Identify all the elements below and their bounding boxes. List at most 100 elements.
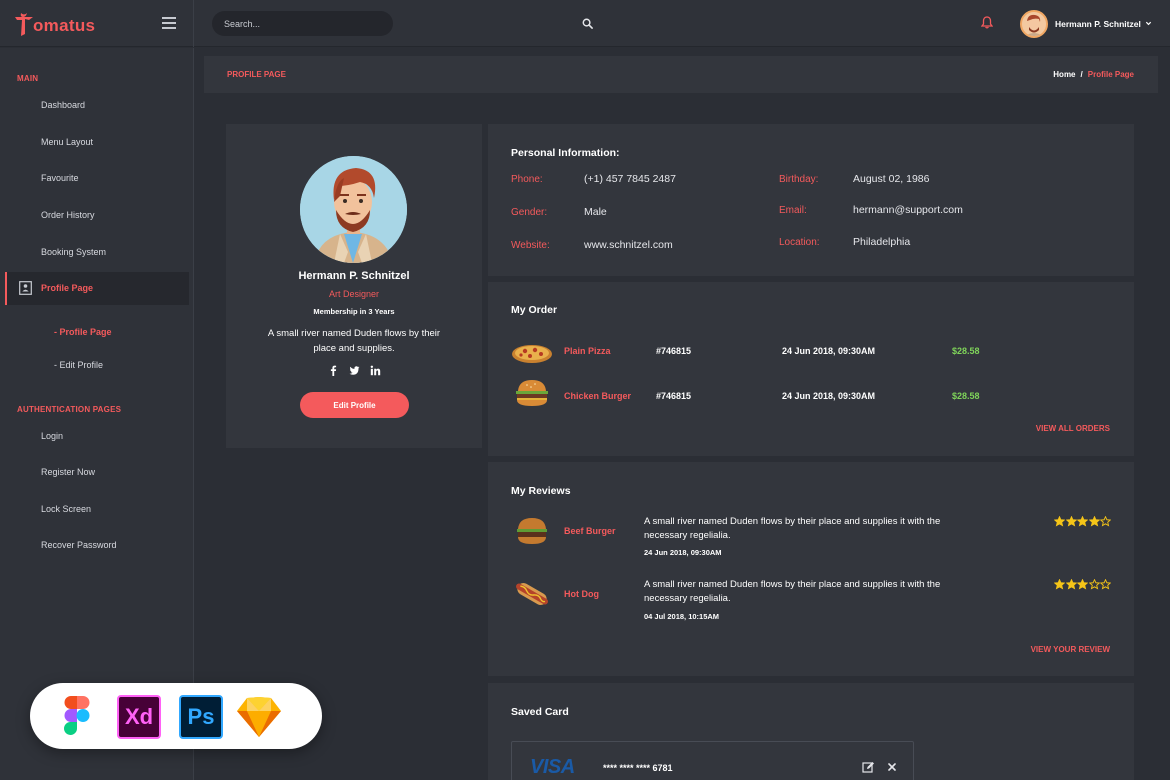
page-header: PROFILE PAGE Home / Profile Page bbox=[204, 56, 1158, 93]
order-price: $28.58 bbox=[952, 346, 980, 356]
saved-card-title: Saved Card bbox=[511, 706, 569, 718]
facebook-icon[interactable] bbox=[328, 363, 339, 376]
design-tools-badge: Xd Ps bbox=[30, 683, 322, 749]
saved-card-card: Saved Card VISA **** **** **** 6781 bbox=[488, 683, 1134, 780]
star-filled-icon bbox=[1065, 516, 1077, 527]
star-filled-icon bbox=[1088, 516, 1100, 527]
sidebar-subitem-profile-page[interactable]: - Profile Page bbox=[54, 327, 112, 337]
review-rating bbox=[1054, 516, 1112, 527]
review-date: 24 Jun 2018, 09:30AM bbox=[644, 548, 722, 557]
my-order-title: My Order bbox=[511, 304, 558, 316]
breadcrumb-separator: / bbox=[1080, 70, 1083, 79]
brand-area: omatus bbox=[0, 0, 194, 47]
order-row[interactable]: Plain Pizza #746815 24 Jun 2018, 09:30AM… bbox=[488, 336, 1134, 366]
edit-icon[interactable] bbox=[862, 761, 874, 773]
pizza-icon bbox=[512, 345, 552, 363]
search-input[interactable] bbox=[212, 11, 362, 36]
page-title: PROFILE PAGE bbox=[227, 70, 286, 79]
profile-name: Hermann P. Schnitzel bbox=[298, 270, 410, 282]
email-label: Email: bbox=[779, 205, 807, 216]
review-item-name[interactable]: Beef Burger bbox=[564, 526, 616, 536]
sidebar-item-recover-password[interactable]: Recover Password bbox=[41, 540, 117, 550]
gender-value: Male bbox=[584, 206, 607, 218]
review-item-name[interactable]: Hot Dog bbox=[564, 589, 599, 599]
order-id: #746815 bbox=[656, 346, 692, 356]
brand-logo[interactable]: omatus bbox=[14, 11, 95, 37]
website-value[interactable]: www.schnitzel.com bbox=[584, 239, 673, 251]
order-price: $28.58 bbox=[952, 391, 980, 401]
review-text: A small river named Duden flows by their… bbox=[644, 579, 941, 604]
order-row[interactable]: Chicken Burger #746815 24 Jun 2018, 09:3… bbox=[488, 379, 1134, 409]
notification-bell-icon[interactable] bbox=[981, 16, 993, 29]
breadcrumb-home-link[interactable]: Home bbox=[1053, 70, 1075, 79]
search-icon[interactable] bbox=[582, 18, 593, 29]
saved-card-item[interactable]: VISA **** **** **** 6781 bbox=[511, 741, 914, 780]
view-your-review-link[interactable]: VIEW YOUR REVIEW bbox=[1031, 645, 1110, 654]
profile-avatar bbox=[300, 156, 407, 263]
order-date: 24 Jun 2018, 09:30AM bbox=[782, 391, 876, 401]
star-filled-icon bbox=[1065, 579, 1077, 590]
sidebar-item-favourite[interactable]: Favourite bbox=[41, 173, 79, 183]
edit-profile-button[interactable]: Edit Profile bbox=[300, 392, 409, 418]
profile-membership: Membership in 3 Years bbox=[313, 307, 395, 316]
sidebar-section-main: MAIN bbox=[17, 74, 39, 83]
order-item-name[interactable]: Plain Pizza bbox=[564, 346, 611, 356]
sidebar-item-dashboard[interactable]: Dashboard bbox=[41, 100, 85, 110]
star-filled-icon bbox=[1077, 516, 1088, 527]
view-all-orders-link[interactable]: VIEW ALL ORDERS bbox=[1036, 424, 1110, 433]
search-bar bbox=[212, 11, 593, 36]
review-text: A small river named Duden flows by their… bbox=[644, 516, 941, 541]
twitter-icon[interactable] bbox=[349, 363, 360, 375]
breadcrumb-current: Profile Page bbox=[1087, 70, 1134, 79]
profile-role: Art Designer bbox=[328, 289, 380, 299]
chevron-down-icon bbox=[1145, 21, 1151, 26]
user-name: Hermann P. Schnitzel bbox=[1055, 18, 1141, 29]
review-date: 04 Jul 2018, 10:15AM bbox=[644, 612, 720, 621]
my-reviews-card: My Reviews Beef Burger A small river nam… bbox=[488, 462, 1134, 676]
review-rating bbox=[1054, 579, 1112, 590]
sidebar: MAIN Dashboard Menu Layout Favourite Ord… bbox=[0, 48, 194, 780]
location-value: Philadelphia bbox=[853, 236, 911, 248]
star-filled-icon bbox=[1054, 516, 1065, 527]
linkedin-icon[interactable] bbox=[370, 363, 381, 376]
sidebar-section-auth: AUTHENTICATION PAGES bbox=[17, 405, 122, 414]
sketch-icon bbox=[237, 697, 281, 737]
sidebar-item-booking-system[interactable]: Booking System bbox=[41, 247, 106, 257]
tomato-logo-icon bbox=[15, 13, 33, 36]
order-id: #746815 bbox=[656, 391, 692, 401]
birthday-value: August 02, 1986 bbox=[853, 173, 930, 185]
sidebar-item-register-now[interactable]: Register Now bbox=[41, 467, 95, 477]
star-empty-icon bbox=[1100, 579, 1111, 590]
star-empty-icon bbox=[1088, 579, 1100, 590]
breadcrumb: Home / Profile Page bbox=[1053, 70, 1134, 79]
sidebar-item-lock-screen[interactable]: Lock Screen bbox=[41, 504, 91, 514]
sidebar-item-profile-page[interactable]: Profile Page bbox=[5, 272, 189, 305]
birthday-label: Birthday: bbox=[779, 174, 819, 185]
profile-bio: A small river named Duden flows by their… bbox=[267, 328, 441, 354]
my-order-card: My Order Plain Pizza #746815 24 Jun 2018… bbox=[488, 282, 1134, 456]
figma-icon bbox=[64, 696, 90, 735]
sidebar-subitem-edit-profile[interactable]: - Edit Profile bbox=[54, 360, 103, 370]
order-date: 24 Jun 2018, 09:30AM bbox=[782, 346, 876, 356]
email-value[interactable]: hermann@support.com bbox=[853, 204, 963, 216]
profile-card: Hermann P. Schnitzel Art Designer Member… bbox=[226, 124, 482, 448]
social-links bbox=[226, 363, 482, 376]
star-filled-icon bbox=[1054, 579, 1065, 590]
photoshop-icon: Ps bbox=[179, 695, 223, 739]
burger-icon bbox=[516, 380, 548, 406]
website-label: Website: bbox=[511, 240, 550, 251]
order-item-name[interactable]: Chicken Burger bbox=[564, 391, 631, 401]
card-number: **** **** **** 6781 bbox=[603, 763, 673, 773]
user-avatar bbox=[1020, 9, 1048, 38]
close-icon[interactable] bbox=[887, 762, 897, 772]
profile-page-icon bbox=[19, 281, 32, 295]
user-menu[interactable]: Hermann P. Schnitzel bbox=[1020, 9, 1152, 38]
sidebar-item-order-history[interactable]: Order History bbox=[41, 210, 95, 220]
menu-toggle-icon[interactable] bbox=[162, 17, 176, 29]
sidebar-item-login[interactable]: Login bbox=[41, 431, 63, 441]
star-empty-icon bbox=[1100, 516, 1111, 527]
personal-info-title: Personal Information: bbox=[511, 147, 620, 159]
phone-label: Phone: bbox=[511, 174, 543, 185]
sidebar-item-menu-layout[interactable]: Menu Layout bbox=[41, 137, 93, 147]
adobe-xd-icon: Xd bbox=[117, 695, 161, 739]
